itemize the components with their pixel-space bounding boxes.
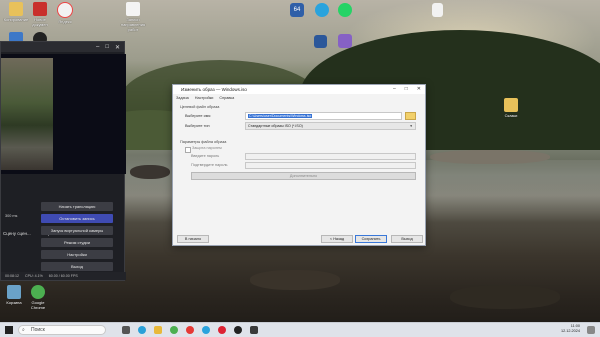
cpu-usage: CPU: 4.1%: [25, 274, 43, 278]
desktop-icon-tales[interactable]: Сказки: [498, 98, 524, 118]
close-icon[interactable]: ✕: [417, 85, 421, 94]
settings-button[interactable]: Настройки: [41, 250, 113, 259]
clock[interactable]: 11:00 12.12.2024: [561, 324, 580, 334]
stop-recording-button[interactable]: Остановить запись: [41, 214, 113, 223]
desktop-icon-new-doc[interactable]: Новое докумен: [27, 2, 53, 27]
rock: [430, 150, 550, 164]
edge-icon[interactable]: [138, 326, 146, 334]
yandex-icon: [57, 2, 73, 18]
target-group-label: Целевой файл образа: [180, 105, 220, 109]
rock: [130, 165, 170, 179]
whatsapp-icon[interactable]: [338, 3, 352, 17]
telegram-icon[interactable]: [202, 326, 210, 334]
desktop-icon-copy[interactable]: Копирование: [3, 2, 29, 22]
protect-checkbox[interactable]: [185, 147, 191, 153]
recycle-bin-icon: [7, 285, 21, 299]
exit-dialog-button[interactable]: Выход: [391, 235, 423, 243]
folder-icon: [9, 2, 23, 16]
taskbar-search[interactable]: ⌕ Поиск: [18, 325, 106, 335]
taskbar: ⌕ Поиск 11:00 12.12.2024: [0, 322, 600, 337]
chrome-icon[interactable]: [170, 326, 178, 334]
search-icon: ⌕: [22, 327, 25, 333]
desktop-icon-records[interactable]: Записи направления работ: [118, 2, 148, 32]
menu-task[interactable]: Задача: [176, 94, 189, 102]
maximize-icon[interactable]: □: [405, 85, 408, 94]
folder-icon: [504, 98, 518, 112]
notifications-icon[interactable]: [587, 326, 595, 334]
scenes-panel-header: Сцену сцен...: [3, 231, 31, 236]
rock: [250, 270, 340, 290]
telegram-icon[interactable]: [315, 3, 329, 17]
level-label: 300 ms: [5, 214, 18, 218]
word-icon[interactable]: [314, 35, 327, 48]
rec-time: 00:08:12: [5, 274, 19, 278]
file-type-select[interactable]: Стандартные образы ISO (*.ISO) ▾: [245, 122, 416, 130]
chrome-icon: [31, 285, 45, 299]
task-view-icon[interactable]: [122, 326, 130, 334]
app-icon[interactable]: [250, 326, 258, 334]
file-type-label: Выберите тип: [185, 124, 210, 128]
params-group-label: Параметры файла образа: [180, 140, 227, 144]
clock-date: 12.12.2024: [560, 329, 580, 333]
file-name-input[interactable]: C:\Users\user\Documents\Windows.iso: [245, 112, 402, 120]
preview-image: [1, 58, 53, 170]
browse-button[interactable]: [405, 112, 416, 120]
document-icon: [126, 2, 140, 16]
password-input[interactable]: [245, 153, 416, 160]
fps: 60.00 / 60.00 FPS: [48, 274, 78, 278]
virtual-camera-button[interactable]: Запуск виртуальной камеры: [41, 226, 113, 235]
obs-statusbar: 00:08:12 CPU: 4.1% 60.00 / 60.00 FPS: [1, 272, 126, 280]
dialog-titlebar: Изменить образ — Windows.iso – □ ✕: [173, 85, 425, 94]
exit-button[interactable]: Выход: [41, 262, 113, 271]
rock: [450, 285, 560, 309]
search-placeholder: Поиск: [31, 327, 45, 333]
save-image-dialog: Изменить образ — Windows.iso – □ ✕ Задач…: [172, 84, 426, 246]
confirm-password-label: Подтвердите пароль: [191, 163, 228, 167]
desktop-icon-chrome[interactable]: Google Chrome: [25, 285, 51, 310]
save-button[interactable]: Сохранить: [355, 235, 387, 243]
minimize-icon[interactable]: –: [393, 85, 396, 94]
visual-studio-icon[interactable]: [338, 34, 352, 48]
opera-icon[interactable]: [218, 326, 226, 334]
start-button[interactable]: В начало: [177, 235, 209, 243]
close-icon[interactable]: ✕: [115, 44, 120, 51]
file-name-value: C:\Users\user\Documents\Windows.iso: [248, 114, 313, 118]
extra-options-button[interactable]: Дополнительно: [191, 172, 416, 180]
confirm-password-input[interactable]: [245, 162, 416, 169]
yandex-icon[interactable]: [186, 326, 194, 334]
document-icon: [33, 2, 47, 16]
start-button[interactable]: [5, 326, 13, 334]
protect-label: Защита паролем: [192, 146, 222, 150]
dialog-title: Изменить образ — Windows.iso: [181, 87, 247, 92]
obs-titlebar: – □ ✕: [1, 42, 124, 52]
file-type-value: Стандартные образы ISO (*.ISO): [248, 124, 303, 128]
hwinfo-icon[interactable]: 64: [290, 3, 304, 17]
menu-settings[interactable]: Настройки: [195, 94, 214, 102]
obs-icon[interactable]: [234, 326, 242, 334]
obs-preview: [1, 54, 126, 174]
document-icon[interactable]: [432, 3, 443, 17]
start-stream-button[interactable]: Начать трансляцию: [41, 202, 113, 211]
desktop: Копирование Новое докумен Яндекс Записи …: [0, 0, 600, 337]
desktop-icon-yandex[interactable]: Яндекс: [52, 2, 78, 24]
dialog-menu: Задача Настройки Справка: [173, 94, 425, 102]
maximize-icon[interactable]: □: [105, 44, 109, 50]
obs-window: – □ ✕ Сцену сцен... Управление 300 ms На…: [0, 41, 126, 281]
minimize-icon[interactable]: –: [96, 44, 99, 50]
file-name-label: Выберите имя: [185, 114, 211, 118]
password-label: Введите пароль: [191, 154, 220, 158]
desktop-icon-recycle[interactable]: Корзина: [1, 285, 27, 305]
menu-help[interactable]: Справка: [219, 94, 234, 102]
studio-mode-button[interactable]: Режим студии: [41, 238, 113, 247]
file-explorer-icon[interactable]: [154, 326, 162, 334]
back-button[interactable]: < Назад: [321, 235, 353, 243]
chevron-down-icon: ▾: [410, 124, 412, 128]
